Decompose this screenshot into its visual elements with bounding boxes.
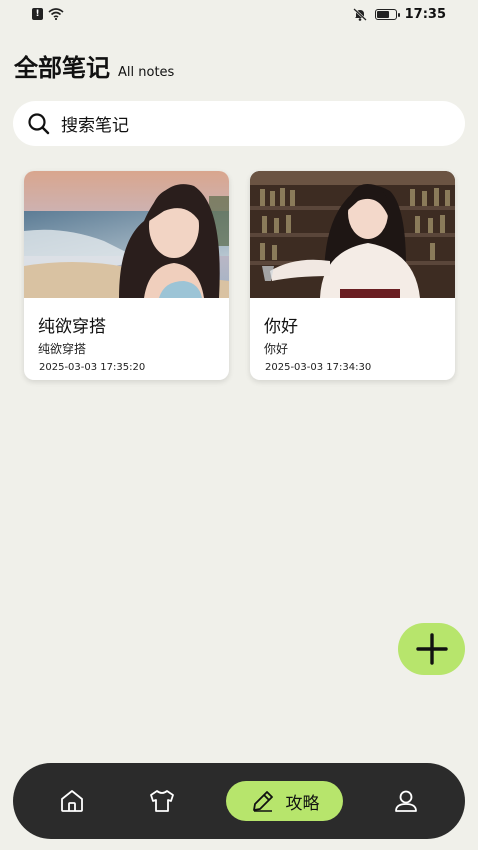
nav-guide-label: 攻略 bbox=[285, 793, 320, 814]
status-left: ! bbox=[32, 8, 64, 20]
page-title: 全部笔记 bbox=[14, 54, 110, 82]
search-bar[interactable]: 搜索笔记 bbox=[13, 101, 465, 146]
plus-icon bbox=[415, 633, 448, 665]
note-timestamp: 2025-03-03 17:34:30 bbox=[265, 362, 372, 373]
note-description: 你好 bbox=[264, 342, 289, 356]
nav-guide-button[interactable]: 攻略 bbox=[226, 781, 343, 821]
nav-profile-button[interactable] bbox=[390, 785, 422, 817]
note-timestamp: 2025-03-03 17:35:20 bbox=[39, 362, 146, 373]
status-bar: ! 17:35 bbox=[0, 0, 478, 28]
note-cover-image bbox=[24, 171, 229, 298]
status-time: 17:35 bbox=[404, 6, 446, 22]
status-right: 17:35 bbox=[352, 6, 446, 22]
shirt-icon bbox=[150, 790, 174, 812]
page-subtitle: All notes bbox=[118, 65, 175, 80]
battery-icon bbox=[374, 8, 400, 20]
user-icon bbox=[395, 790, 417, 812]
search-input[interactable]: 搜索笔记 bbox=[61, 111, 129, 136]
bottom-nav: 攻略 bbox=[13, 763, 465, 839]
nav-wardrobe-button[interactable] bbox=[146, 785, 178, 817]
sim-alert-icon: ! bbox=[32, 8, 43, 20]
note-cover-image bbox=[250, 171, 455, 298]
search-icon bbox=[28, 112, 50, 134]
note-card[interactable]: 你好 你好 2025-03-03 17:34:30 bbox=[250, 171, 455, 380]
note-description: 纯欲穿搭 bbox=[38, 342, 87, 356]
note-title: 你好 bbox=[264, 317, 298, 337]
pencil-icon bbox=[252, 791, 273, 812]
page-header: 全部笔记 All notes bbox=[14, 48, 174, 83]
wifi-icon bbox=[48, 8, 64, 20]
home-icon bbox=[61, 790, 83, 812]
note-card[interactable]: 纯欲穿搭 纯欲穿搭 2025-03-03 17:35:20 bbox=[24, 171, 229, 380]
note-title: 纯欲穿搭 bbox=[38, 317, 106, 337]
bell-off-icon bbox=[352, 7, 367, 21]
nav-home-button[interactable] bbox=[56, 785, 88, 817]
add-note-button[interactable] bbox=[398, 623, 465, 675]
